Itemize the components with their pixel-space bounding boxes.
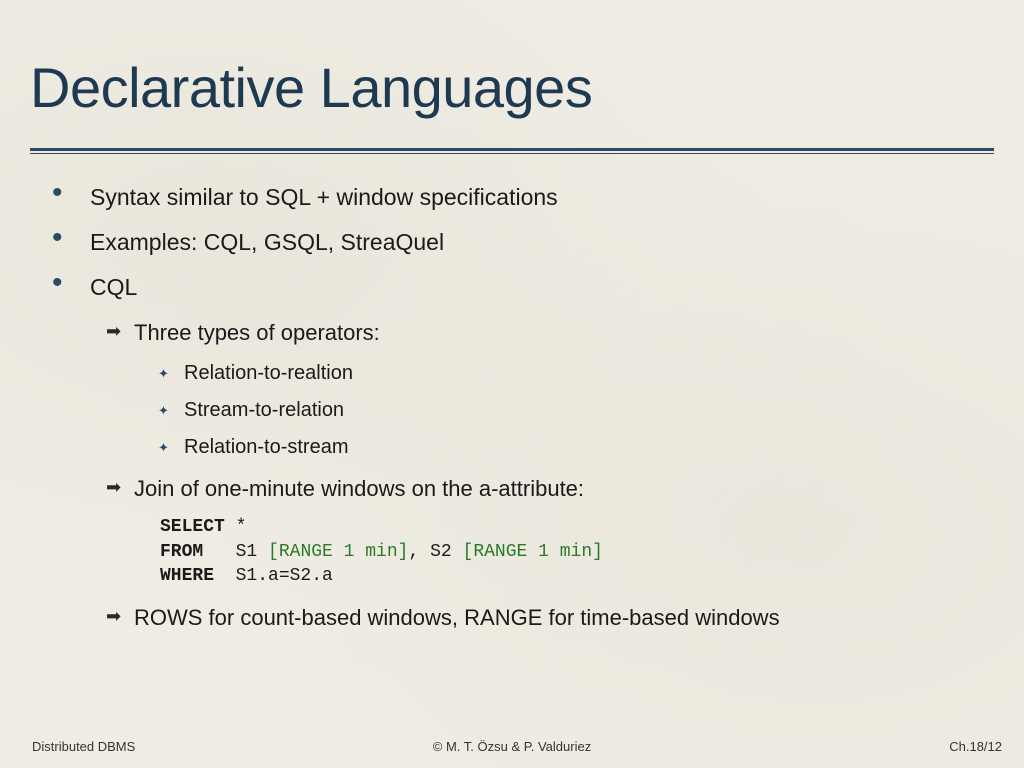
diamond-icon: ✦ — [158, 436, 184, 456]
right-arrow-icon: ➡ — [106, 475, 134, 498]
slide: Declarative Languages • Syntax similar t… — [0, 0, 1024, 768]
code-block: SELECT * FROM S1 [RANGE 1 min], S2 [RANG… — [160, 515, 994, 588]
bullet-item: • Syntax similar to SQL + window specifi… — [50, 182, 994, 213]
diamond-text: Stream-to-relation — [184, 399, 344, 422]
code-keyword: FROM — [160, 542, 203, 562]
bullet-dot-icon: • — [50, 182, 90, 204]
footer-right: Ch.18/12 — [949, 739, 1002, 754]
footer: Distributed DBMS © M. T. Özsu & P. Valdu… — [0, 739, 1024, 754]
title-divider — [30, 148, 994, 154]
arrow-text: Three types of operators: — [134, 319, 380, 348]
arrow-item: ➡ Three types of operators: — [106, 319, 994, 348]
code-text: S1.a=S2.a — [214, 566, 333, 586]
diamond-item: ✦ Relation-to-realtion — [158, 362, 994, 385]
footer-center: © M. T. Özsu & P. Valduriez — [433, 739, 591, 754]
right-arrow-icon: ➡ — [106, 319, 134, 342]
diamond-item: ✦ Stream-to-relation — [158, 399, 994, 422]
bullet-item: • Examples: CQL, GSQL, StreaQuel — [50, 227, 994, 258]
diamond-text: Relation-to-realtion — [184, 362, 353, 385]
code-text: , S2 — [408, 542, 462, 562]
arrow-item: ➡ Join of one-minute windows on the a-at… — [106, 475, 994, 504]
bullet-text: Examples: CQL, GSQL, StreaQuel — [90, 227, 444, 258]
diamond-icon: ✦ — [158, 399, 184, 419]
code-range: ] — [398, 542, 409, 562]
bullet-dot-icon: • — [50, 227, 90, 249]
bullet-dot-icon: • — [50, 272, 90, 294]
diamond-icon: ✦ — [158, 362, 184, 382]
diamond-text: Relation-to-stream — [184, 436, 349, 459]
code-range: RANGE 1 min — [473, 542, 592, 562]
code-text: * — [225, 517, 247, 537]
code-range: [ — [268, 542, 279, 562]
arrow-item: ➡ ROWS for count-based windows, RANGE fo… — [106, 604, 994, 633]
arrow-text: Join of one-minute windows on the a-attr… — [134, 475, 584, 504]
code-range: ] — [592, 542, 603, 562]
footer-left: Distributed DBMS — [32, 739, 135, 754]
bullet-text: Syntax similar to SQL + window specifica… — [90, 182, 558, 213]
diamond-item: ✦ Relation-to-stream — [158, 436, 994, 459]
code-range: [ — [463, 542, 474, 562]
code-text: S1 — [203, 542, 268, 562]
code-keyword: SELECT — [160, 517, 225, 537]
slide-title: Declarative Languages — [30, 55, 994, 120]
bullet-item: • CQL — [50, 272, 994, 303]
right-arrow-icon: ➡ — [106, 604, 134, 627]
code-range: RANGE 1 min — [279, 542, 398, 562]
arrow-text: ROWS for count-based windows, RANGE for … — [134, 604, 780, 633]
slide-content: • Syntax similar to SQL + window specifi… — [30, 182, 994, 633]
code-keyword: WHERE — [160, 566, 214, 586]
bullet-text: CQL — [90, 272, 137, 303]
